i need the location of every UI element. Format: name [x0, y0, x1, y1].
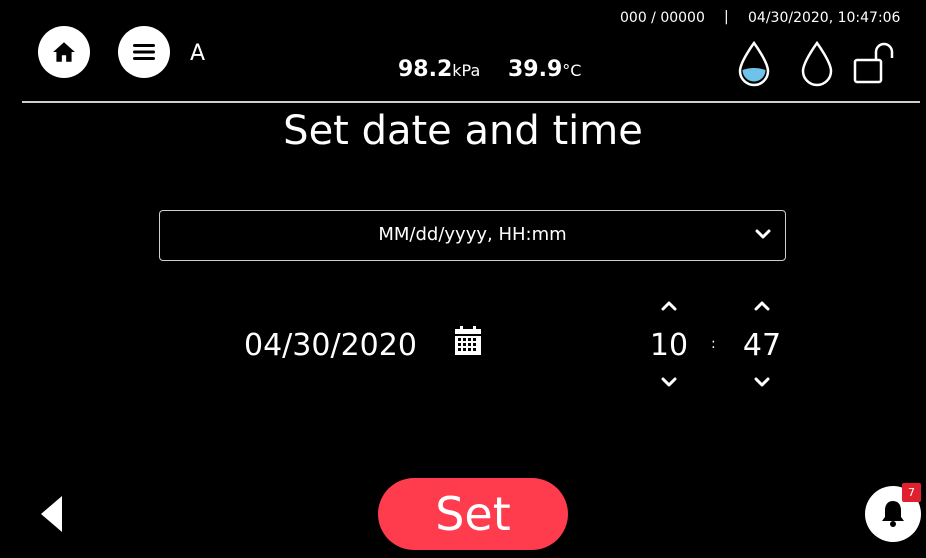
header-divider: [22, 101, 920, 103]
page-title: Set date and time: [283, 108, 643, 154]
minute-increment-button[interactable]: [747, 296, 777, 316]
temperature-value: 39.9: [508, 57, 563, 82]
header-datetime: 04/30/2020, 10:47:06: [748, 10, 901, 26]
notification-count-badge: 7: [902, 483, 921, 502]
water-drop-filled-icon[interactable]: [737, 41, 771, 87]
sample-counter: 000 / 00000: [620, 10, 705, 26]
home-button[interactable]: [38, 26, 90, 78]
home-icon: [53, 42, 75, 62]
menu-button[interactable]: [118, 26, 170, 78]
chevron-down-icon: [754, 377, 770, 387]
water-drop-outline-icon[interactable]: [800, 41, 834, 87]
time-separator: :: [711, 336, 716, 352]
header-separator: |: [724, 9, 729, 25]
temperature-readout: 39.9°C: [508, 57, 581, 82]
chevron-down-icon: [661, 377, 677, 387]
date-value[interactable]: 04/30/2020: [244, 328, 417, 363]
chevron-up-icon: [661, 301, 677, 311]
user-label: A: [190, 41, 206, 66]
back-arrow-icon[interactable]: [36, 493, 66, 535]
menu-icon: [133, 44, 155, 60]
pressure-unit: kPa: [452, 61, 481, 80]
hour-decrement-button[interactable]: [654, 372, 684, 392]
pressure-value: 98.2: [398, 57, 453, 82]
chevron-down-icon: [755, 229, 771, 239]
minute-value[interactable]: 47: [732, 328, 792, 363]
hour-increment-button[interactable]: [654, 296, 684, 316]
unlock-icon[interactable]: [852, 40, 898, 86]
temperature-unit: °C: [562, 61, 582, 80]
datetime-format-select[interactable]: MM/dd/yyyy, HH:mm: [159, 210, 786, 261]
minute-decrement-button[interactable]: [747, 372, 777, 392]
calendar-icon[interactable]: [452, 325, 484, 357]
hour-value[interactable]: 10: [639, 328, 699, 363]
datetime-format-value: MM/dd/yyyy, HH:mm: [378, 224, 567, 245]
chevron-up-icon: [754, 301, 770, 311]
bell-icon: [882, 501, 904, 527]
pressure-readout: 98.2kPa: [398, 57, 480, 82]
set-button[interactable]: Set: [378, 478, 568, 550]
